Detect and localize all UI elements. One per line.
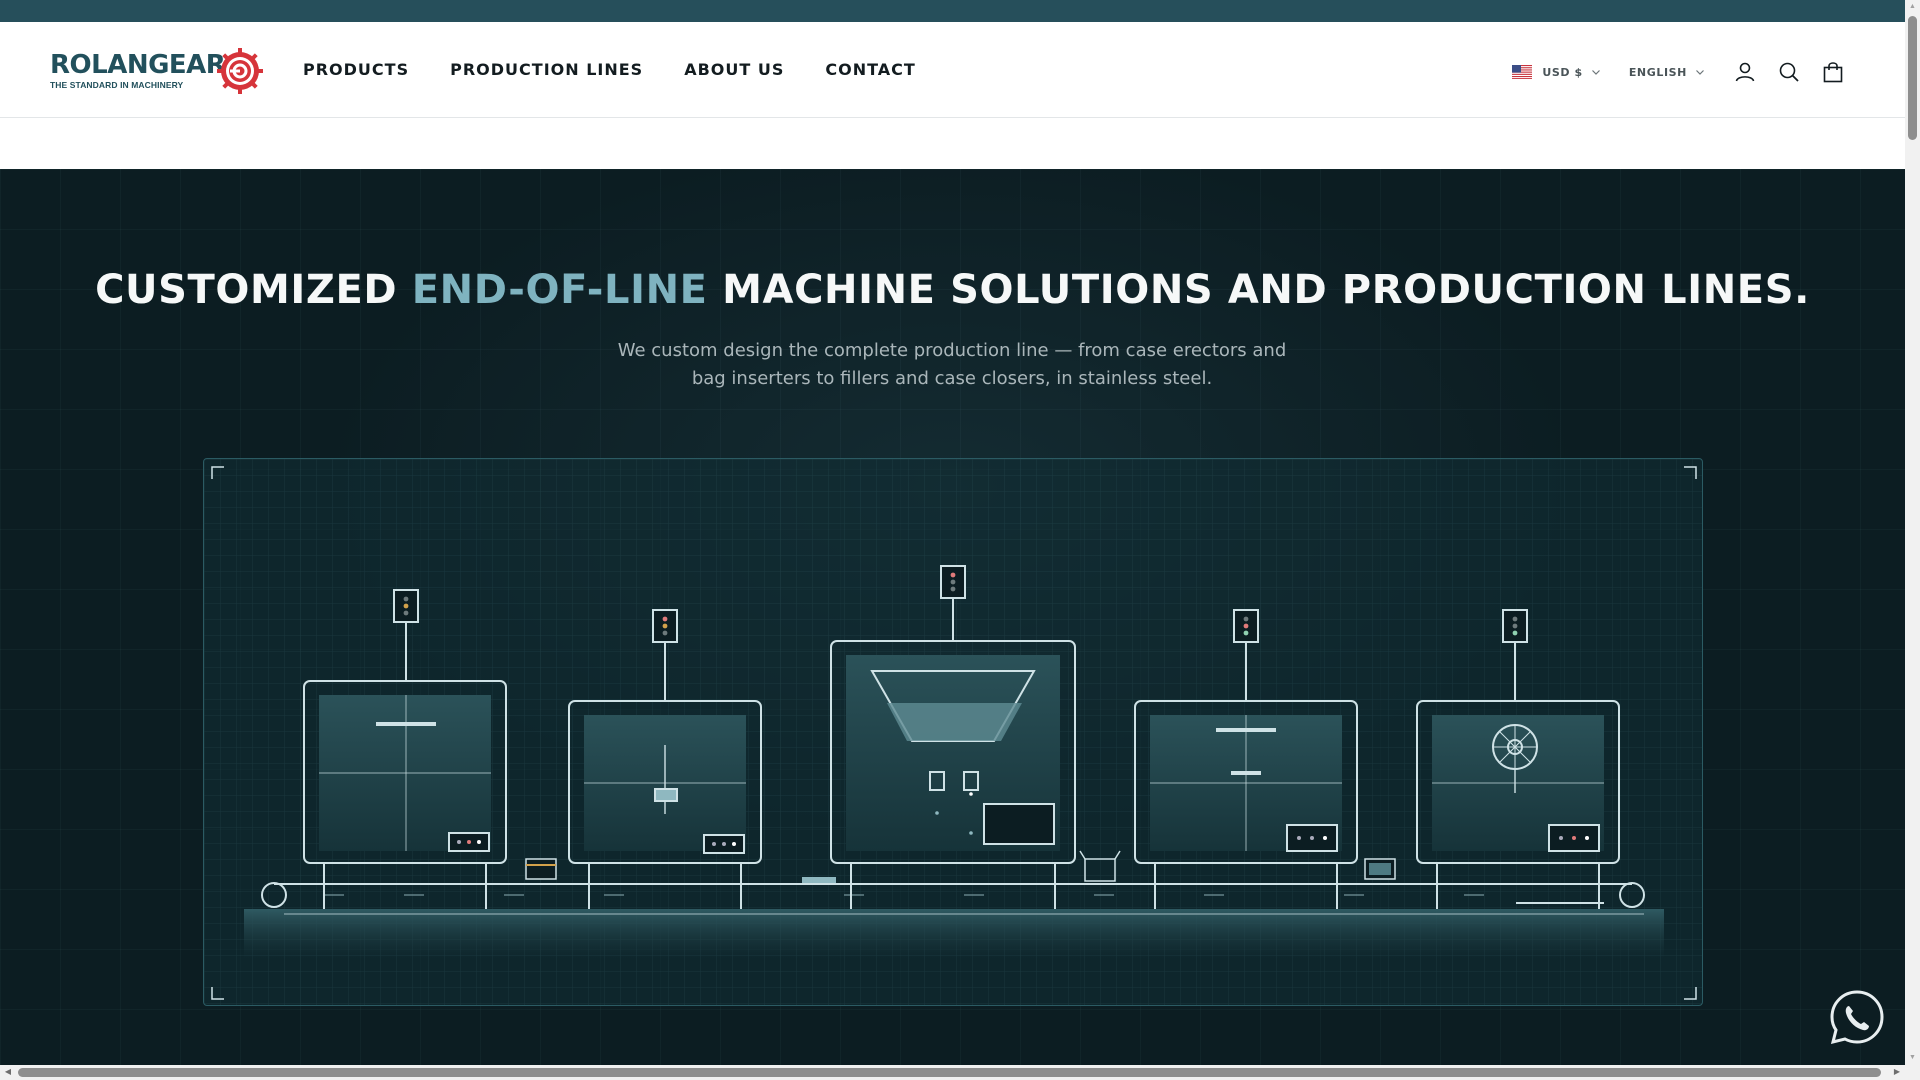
hero-title: CUSTOMIZED END-OF-LINE MACHINE SOLUTIONS… [95, 267, 1810, 313]
scroll-right-arrow-icon[interactable]: ▶ [1892, 1067, 1902, 1077]
language-label: ENGLISH [1628, 65, 1687, 79]
us-flag-icon [1512, 65, 1533, 79]
scroll-down-arrow-icon[interactable]: ▼ [1908, 1053, 1917, 1063]
brand-logo[interactable]: ROLANGEAR® THE STANDARD IN MACHINERY [50, 48, 263, 94]
nav-production-lines[interactable]: PRODUCTION LINES [450, 60, 643, 79]
account-icon[interactable] [1733, 60, 1757, 84]
nav-about-us[interactable]: ABOUT US [684, 60, 784, 79]
language-selector[interactable]: ENGLISH [1629, 66, 1705, 79]
currency-label: USD $ [1542, 65, 1583, 79]
header-actions: USD $ ENGLISH [1512, 60, 1845, 84]
announcement-bar [0, 0, 1905, 22]
hero-section: CUSTOMIZED END-OF-LINE MACHINE SOLUTIONS… [0, 169, 1905, 1080]
production-line-illustration [203, 458, 1703, 1006]
scrollbar-corner [1905, 1065, 1920, 1080]
gear-target-icon [217, 48, 263, 94]
currency-selector[interactable]: USD $ [1512, 65, 1600, 79]
scroll-left-arrow-icon[interactable]: ◀ [3, 1067, 13, 1077]
horizontal-scroll-thumb[interactable] [18, 1068, 1881, 1077]
cart-icon[interactable] [1821, 60, 1845, 84]
whatsapp-icon[interactable] [1828, 988, 1886, 1046]
chevron-down-icon [1696, 70, 1704, 75]
horizontal-scrollbar[interactable]: ◀ ▶ [0, 1065, 1905, 1080]
hero-subtitle: We custom design the complete production… [617, 340, 1287, 389]
nav-contact[interactable]: CONTACT [825, 60, 915, 79]
chevron-down-icon [1591, 70, 1600, 75]
logo-tagline: THE STANDARD IN MACHINERY [50, 80, 184, 91]
main-nav: PRODUCTS PRODUCTION LINES ABOUT US CONTA… [303, 60, 957, 79]
logo-wordmark: ROLANGEAR® [50, 50, 236, 81]
hero-title-accent: END-OF-LINE [411, 267, 708, 313]
vertical-scroll-thumb[interactable] [1908, 16, 1917, 140]
logo-text: ROLANGEAR® THE STANDARD IN MACHINERY [50, 52, 236, 90]
nav-products[interactable]: PRODUCTS [303, 60, 409, 79]
site-header: ROLANGEAR® THE STANDARD IN MACHINERY [0, 22, 1905, 118]
page: ROLANGEAR® THE STANDARD IN MACHINERY [0, 0, 1920, 1080]
vertical-scrollbar[interactable]: ▲ ▼ [1905, 0, 1920, 1065]
production-line-svg [204, 459, 1702, 1005]
search-icon[interactable] [1777, 60, 1801, 84]
scroll-up-arrow-icon[interactable]: ▲ [1908, 2, 1917, 12]
